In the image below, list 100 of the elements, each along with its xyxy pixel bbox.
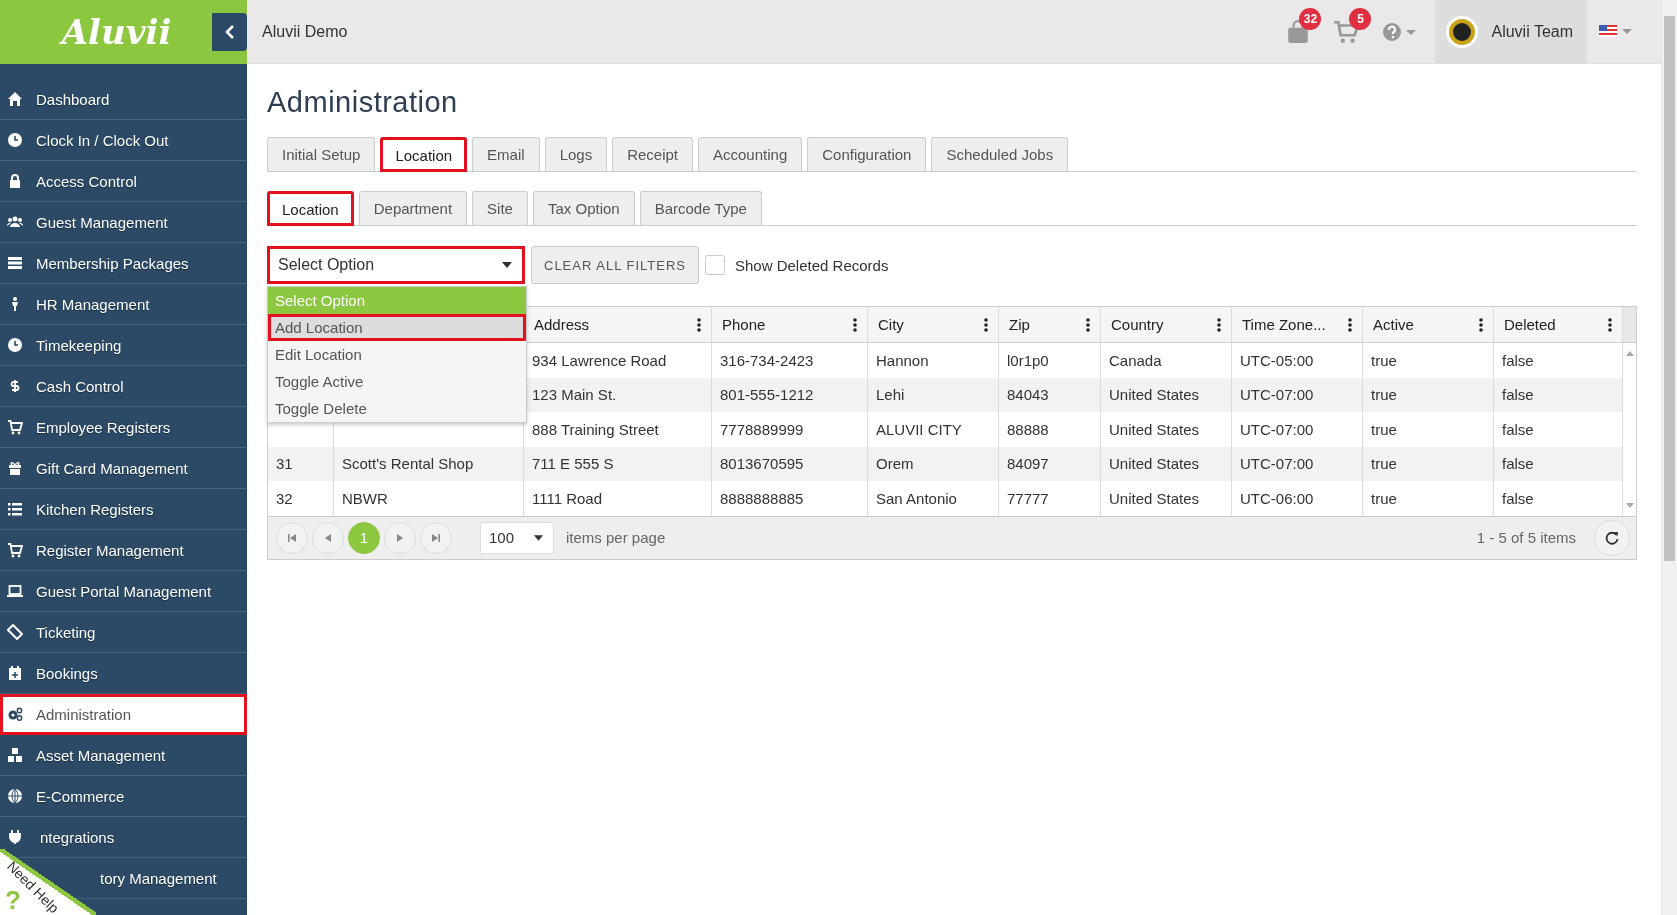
table-cell: 84097 bbox=[1007, 455, 1049, 473]
table-cell: United States bbox=[1109, 489, 1200, 507]
table-cell: false bbox=[1502, 420, 1534, 438]
tab[interactable]: Barcode Type bbox=[639, 191, 762, 225]
sidebar-item[interactable]: Employee Registers bbox=[0, 407, 247, 448]
sidebar-item[interactable]: E-Commerce bbox=[0, 776, 247, 817]
next-page-button[interactable] bbox=[384, 521, 416, 554]
tab[interactable]: Receipt bbox=[612, 137, 693, 171]
sidebar-item[interactable]: Access Control bbox=[0, 161, 247, 202]
header-cell[interactable]: City bbox=[868, 307, 999, 342]
table-cell: 711 E 555 S bbox=[532, 455, 614, 473]
table-cell: true bbox=[1371, 455, 1397, 473]
user-name: Aluvii Team bbox=[1491, 22, 1573, 41]
sidebar-item[interactable]: Clock In / Clock Out bbox=[0, 120, 247, 161]
last-page-button[interactable] bbox=[420, 521, 452, 554]
scroll-up-icon[interactable] bbox=[1625, 351, 1634, 356]
page-title: Administration bbox=[267, 86, 459, 119]
tab[interactable]: Configuration bbox=[807, 137, 927, 171]
sidebar-item[interactable]: HR Management bbox=[0, 284, 247, 325]
lock-icon bbox=[7, 173, 23, 189]
sidebar-item[interactable]: Guest Management bbox=[0, 202, 247, 243]
table-cell: 88888 bbox=[1007, 420, 1049, 438]
collapse-button[interactable] bbox=[212, 12, 247, 51]
flag-icon[interactable] bbox=[1599, 24, 1633, 39]
calendar-icon bbox=[7, 665, 23, 681]
table-cell: false bbox=[1502, 455, 1534, 473]
tab[interactable]: Site bbox=[472, 191, 528, 225]
table-cell: UTC-06:00 bbox=[1240, 489, 1314, 507]
tab[interactable]: Logs bbox=[544, 137, 608, 171]
sidebar-item[interactable]: Administration bbox=[0, 694, 247, 735]
cart-icon bbox=[7, 419, 23, 435]
table-cell: United States bbox=[1109, 455, 1200, 473]
table-cell: 32 bbox=[276, 489, 293, 507]
tab[interactable]: Scheduled Jobs bbox=[931, 137, 1069, 171]
header-cell[interactable]: Time Zone... bbox=[1232, 307, 1363, 342]
first-page-button[interactable] bbox=[276, 521, 308, 554]
sidebar-item[interactable]: Cash Control bbox=[0, 366, 247, 407]
gears-icon bbox=[7, 706, 23, 722]
sidebar-item[interactable]: Kitchen Registers bbox=[0, 489, 247, 530]
header-cell[interactable]: Zip bbox=[999, 307, 1101, 342]
table-cell: l0r1p0 bbox=[1007, 351, 1049, 369]
sidebar-item[interactable]: Guest Portal Management bbox=[0, 571, 247, 612]
table-row[interactable]: 31 Scott's Rental Shop 711 E 555 S 8013670595 Orem 84097 United States UTC-07:00 true false bbox=[268, 446, 1623, 481]
table-cell: 7778889999 bbox=[720, 420, 804, 438]
table-cell: 77777 bbox=[1007, 489, 1049, 507]
pager-summary: 1 - 5 of 5 items bbox=[1476, 529, 1576, 546]
header-cell[interactable]: Active bbox=[1363, 307, 1494, 342]
table-row[interactable]: 32 NBWR 1111 Road 8888888885 San Antonio 77777 United States UTC-06:00 true false bbox=[268, 481, 1623, 516]
tab[interactable]: Initial Setup bbox=[267, 137, 376, 171]
sidebar-item[interactable]: Membership Packages bbox=[0, 243, 247, 284]
tab[interactable]: Location bbox=[267, 191, 354, 226]
boxes-icon bbox=[7, 747, 23, 763]
page-size-select[interactable]: 100 bbox=[480, 521, 554, 554]
tab[interactable]: Email bbox=[472, 137, 540, 171]
sidebar-item[interactable]: Ticketing bbox=[0, 612, 247, 653]
previous-page-button[interactable] bbox=[312, 521, 344, 554]
table-cell: 934 Lawrence Road bbox=[532, 351, 667, 369]
more-icon[interactable] bbox=[984, 317, 988, 332]
scroll-down-icon[interactable] bbox=[1625, 502, 1634, 508]
sidebar-item[interactable]: Dashboard bbox=[0, 79, 247, 120]
more-icon[interactable] bbox=[1608, 317, 1612, 332]
table-cell: 801-555-1212 bbox=[720, 386, 814, 404]
sidebar-item[interactable]: Register Management bbox=[0, 530, 247, 571]
cart-icon[interactable] bbox=[1333, 19, 1360, 44]
table-cell: Scott's Rental Shop bbox=[342, 455, 474, 473]
header-cell[interactable]: Phone bbox=[712, 307, 868, 342]
table-cell: United States bbox=[1109, 386, 1200, 404]
more-icon[interactable] bbox=[853, 317, 857, 332]
table-cell: 123 Main St. bbox=[532, 386, 617, 404]
sidebar-item[interactable]: Timekeeping bbox=[0, 325, 247, 366]
scrollbar[interactable] bbox=[1661, 0, 1677, 915]
menu-item[interactable]: Add Location bbox=[268, 314, 526, 341]
sidebar-item[interactable]: Asset Management bbox=[0, 735, 247, 776]
more-icon[interactable] bbox=[1086, 317, 1090, 332]
more-icon[interactable] bbox=[1479, 317, 1483, 332]
more-icon[interactable] bbox=[1217, 317, 1221, 332]
header-cell[interactable]: Address bbox=[524, 307, 712, 342]
action-select[interactable]: Select Option bbox=[267, 246, 525, 284]
tab[interactable]: Tax Option bbox=[532, 191, 635, 225]
user-menu[interactable]: Aluvii Team bbox=[1435, 0, 1587, 64]
checkbox[interactable] bbox=[705, 255, 725, 275]
tab[interactable]: Location bbox=[380, 137, 468, 172]
table-cell: Canada bbox=[1109, 351, 1162, 369]
clear-filters-button[interactable]: CLEAR ALL FILTERS bbox=[531, 246, 699, 284]
caret-icon bbox=[502, 262, 512, 268]
header-filler bbox=[1623, 307, 1636, 342]
plug-icon bbox=[7, 829, 23, 845]
last-page-icon bbox=[432, 533, 440, 542]
help-icon[interactable] bbox=[1383, 21, 1418, 42]
tab[interactable]: Accounting bbox=[698, 137, 803, 171]
table-cell: 8013670595 bbox=[720, 455, 804, 473]
refresh-button[interactable] bbox=[1594, 519, 1630, 556]
more-icon[interactable] bbox=[697, 317, 701, 332]
sidebar-item[interactable]: Gift Card Management bbox=[0, 448, 247, 489]
header-cell[interactable]: Country bbox=[1101, 307, 1232, 342]
menu-item[interactable]: Edit Location bbox=[268, 341, 526, 368]
more-icon[interactable] bbox=[1348, 317, 1352, 332]
table-cell: NBWR bbox=[342, 489, 388, 507]
notification-badge: 32 bbox=[1299, 7, 1322, 30]
tab[interactable]: Department bbox=[358, 191, 468, 225]
